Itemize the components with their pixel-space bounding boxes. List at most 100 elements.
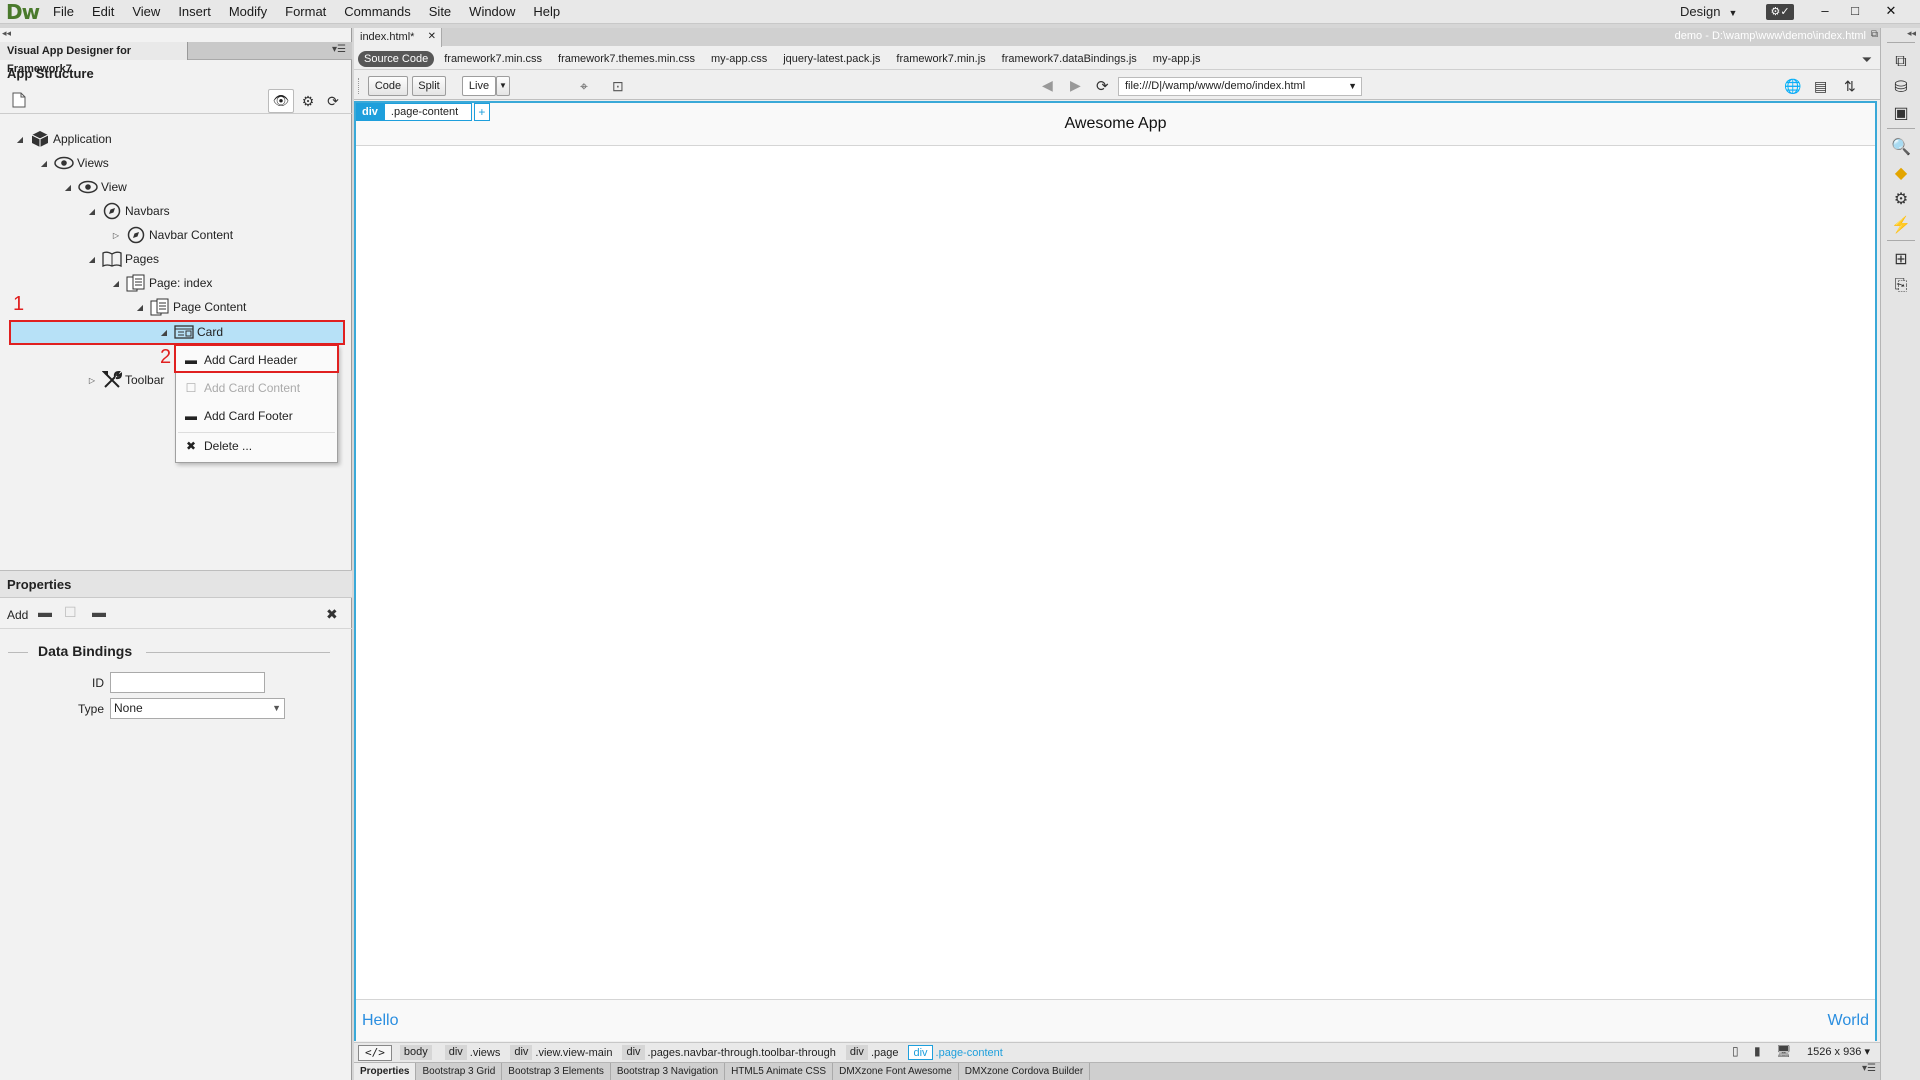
code-view-button[interactable]: Code xyxy=(368,76,408,96)
related-file[interactable]: my-app.js xyxy=(1153,53,1201,65)
hud-add-button[interactable]: + xyxy=(473,103,490,121)
add-header-icon[interactable]: ▬ xyxy=(38,604,52,620)
collapsed-arrow-icon[interactable]: ▷ xyxy=(86,376,98,385)
related-file[interactable]: framework7.dataBindings.js xyxy=(1002,53,1137,65)
globe-icon[interactable]: 🌐 xyxy=(1784,78,1801,95)
tree-node-page-index[interactable]: ◢ Page: index xyxy=(110,272,212,294)
hud-class-field[interactable]: .page-content xyxy=(383,103,472,121)
live-code-icon[interactable]: ⊡ xyxy=(612,78,624,95)
new-document-icon[interactable] xyxy=(10,92,28,110)
toolbar-link-hello[interactable]: Hello xyxy=(362,1012,398,1030)
filter-icon[interactable]: ⏷ xyxy=(1862,52,1872,68)
expanded-arrow-icon[interactable]: ◢ xyxy=(110,279,122,288)
tree-node-navbar-content[interactable]: ▷ Navbar Content xyxy=(110,224,233,246)
tree-node-page-content[interactable]: ◢ Page Content xyxy=(134,296,246,318)
expanded-arrow-icon[interactable]: ◢ xyxy=(86,255,98,264)
page-options-icon[interactable]: ▤ xyxy=(1814,78,1827,95)
bottom-tab[interactable]: Bootstrap 3 Grid xyxy=(416,1063,503,1080)
panel-tab[interactable]: Visual App Designer for Framework7 xyxy=(0,42,188,75)
expanded-arrow-icon[interactable]: ◢ xyxy=(86,207,98,216)
visibility-toggle-icon[interactable]: 👁 xyxy=(268,89,294,113)
live-view-button[interactable]: Live xyxy=(462,76,496,96)
inspect-icon[interactable]: ⌖ xyxy=(580,78,588,95)
app-toolbar[interactable]: Hello World xyxy=(356,999,1875,1041)
menu-window[interactable]: Window xyxy=(460,0,524,24)
menu-file[interactable]: File xyxy=(44,0,83,24)
bottom-tab[interactable]: Bootstrap 3 Navigation xyxy=(611,1063,726,1080)
expanded-arrow-icon[interactable]: ◢ xyxy=(14,135,26,144)
add-content-icon[interactable]: ☐ xyxy=(64,604,77,621)
code-toggle-button[interactable]: </> xyxy=(358,1044,392,1061)
refresh-icon[interactable]: ⟳ xyxy=(1096,77,1109,95)
source-code-button[interactable]: Source Code xyxy=(358,50,435,67)
breadcrumb[interactable]: div .view.view-main xyxy=(510,1045,612,1060)
desktop-size-icon[interactable]: 🖥 xyxy=(1776,1044,1791,1058)
expanded-arrow-icon[interactable]: ◢ xyxy=(134,303,146,312)
address-bar[interactable]: file:///D|/wamp/www/demo/index.html ▼ xyxy=(1118,77,1362,96)
menu-view[interactable]: View xyxy=(123,0,169,24)
bottom-tab[interactable]: DMXzone Font Awesome xyxy=(833,1063,959,1080)
split-view-button[interactable]: Split xyxy=(412,76,446,96)
restore-icon[interactable]: ⧉ xyxy=(1871,29,1878,40)
live-view-canvas[interactable]: Awesome App div .page-content + Hello Wo… xyxy=(354,101,1877,1041)
tree-node-navbars[interactable]: ◢ Navbars xyxy=(86,200,170,222)
refresh-icon[interactable]: ⟳ xyxy=(324,92,342,110)
viewport-size[interactable]: 1526 x 936 ▾ xyxy=(1807,1045,1870,1058)
menu-commands[interactable]: Commands xyxy=(335,0,419,24)
expanded-arrow-icon[interactable]: ◢ xyxy=(158,328,170,337)
tree-node-toolbar[interactable]: ▷ Toolbar xyxy=(86,369,164,391)
breadcrumb[interactable]: body xyxy=(399,1045,435,1060)
toolbar-link-world[interactable]: World xyxy=(1828,1012,1870,1030)
related-file[interactable]: framework7.min.css xyxy=(444,53,542,65)
related-file[interactable]: framework7.themes.min.css xyxy=(558,53,695,65)
expand-panel-icon[interactable]: ◂◂ xyxy=(1907,28,1916,39)
tree-node-pages[interactable]: ◢ Pages xyxy=(86,248,159,270)
breadcrumb[interactable]: div .page xyxy=(845,1045,898,1060)
breadcrumb[interactable]: div .views xyxy=(444,1045,500,1060)
snippets-icon[interactable]: ◆ xyxy=(1889,162,1913,186)
document-tab[interactable]: index.html* ✕ xyxy=(354,28,442,47)
breadcrumb-active[interactable]: div .page-content xyxy=(908,1045,1003,1060)
menu-help[interactable]: Help xyxy=(524,0,569,24)
id-field[interactable] xyxy=(110,672,265,693)
tree-node-view[interactable]: ◢ View xyxy=(62,176,127,198)
code-inspect-icon[interactable]: 🔍 xyxy=(1889,136,1913,160)
database-icon[interactable]: ⛁ xyxy=(1889,76,1913,100)
maximize-button[interactable]: □ xyxy=(1840,0,1870,22)
workspace-switcher[interactable]: Design ▼ xyxy=(1680,0,1737,24)
add-card-content-item[interactable]: ☐ Add Card Content xyxy=(178,376,335,400)
collapse-panel-icon[interactable]: ◂◂ xyxy=(2,28,11,39)
tree-node-application[interactable]: ◢ Application xyxy=(14,128,112,150)
expanded-arrow-icon[interactable]: ◢ xyxy=(38,159,50,168)
add-card-footer-item[interactable]: ▬ Add Card Footer xyxy=(178,404,335,428)
site-map-icon[interactable]: ⊞ xyxy=(1889,248,1913,272)
menu-insert[interactable]: Insert xyxy=(169,0,220,24)
related-file[interactable]: my-app.css xyxy=(711,53,767,65)
breadcrumb[interactable]: div .pages.navbar-through.toolbar-through xyxy=(622,1045,836,1060)
menu-modify[interactable]: Modify xyxy=(220,0,276,24)
bottom-tab[interactable]: Bootstrap 3 Elements xyxy=(502,1063,611,1080)
minimize-button[interactable]: – xyxy=(1810,0,1840,22)
delete-icon[interactable]: ✖ xyxy=(326,606,338,623)
assets-icon[interactable]: ▣ xyxy=(1889,102,1913,126)
mobile-size-icon[interactable]: ▯ xyxy=(1732,1044,1739,1058)
expanded-arrow-icon[interactable]: ◢ xyxy=(62,183,74,192)
tree-node-card[interactable]: ◢ Card xyxy=(158,321,223,343)
files-icon[interactable]: ⎘ xyxy=(1889,274,1913,298)
close-tab-icon[interactable]: ✕ xyxy=(428,28,436,46)
related-file[interactable]: jquery-latest.pack.js xyxy=(783,53,880,65)
collapsed-arrow-icon[interactable]: ▷ xyxy=(110,231,122,240)
related-file[interactable]: framework7.min.js xyxy=(896,53,985,65)
menu-format[interactable]: Format xyxy=(276,0,335,24)
menu-site[interactable]: Site xyxy=(420,0,460,24)
lightning-icon[interactable]: ⚡ xyxy=(1889,214,1913,238)
delete-item[interactable]: ✖ Delete ... xyxy=(178,434,335,458)
behaviors-icon[interactable]: ⚙ xyxy=(1889,188,1913,212)
bottom-tab-properties[interactable]: Properties xyxy=(354,1063,417,1080)
sort-icon[interactable]: ⇅ xyxy=(1844,78,1856,95)
panel-options-icon[interactable]: ▾☰ xyxy=(332,44,346,55)
app-navbar[interactable]: Awesome App xyxy=(356,103,1875,146)
add-footer-icon[interactable]: ▬ xyxy=(92,604,106,620)
chevron-down-icon[interactable]: ▼ xyxy=(1348,78,1357,95)
panel-options-icon[interactable]: ▾☰ xyxy=(1862,1063,1876,1074)
